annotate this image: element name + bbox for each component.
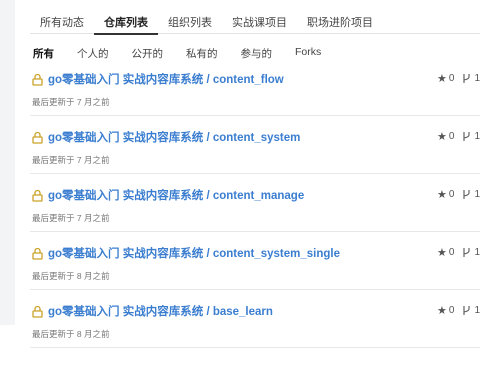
tab-all-activity[interactable]: 所有动态 bbox=[30, 0, 94, 33]
fork-icon bbox=[463, 190, 470, 199]
fork-icon bbox=[463, 306, 470, 315]
repo-title-link[interactable]: go零基础入门 实战内容库系统 / content_flow bbox=[48, 71, 284, 87]
repo-stats: ★ 0 1 bbox=[437, 188, 480, 201]
tab-repo-list[interactable]: 仓库列表 bbox=[94, 0, 158, 35]
lock-icon bbox=[32, 73, 43, 86]
tab-course-projects[interactable]: 实战课项目 bbox=[222, 0, 297, 33]
star-count: 0 bbox=[448, 131, 455, 142]
star-count: 0 bbox=[448, 73, 455, 84]
fork-count: 1 bbox=[474, 189, 480, 200]
repo-item: go零基础入门 实战内容库系统 / content_manage 最后更新于 7… bbox=[30, 174, 480, 232]
repo-stats: ★ 0 1 bbox=[437, 246, 480, 259]
tab-org-list[interactable]: 组织列表 bbox=[158, 0, 222, 33]
main-tab-bar: 所有动态 仓库列表 组织列表 实战课项目 职场进阶项目 bbox=[30, 0, 480, 35]
fork-count: 1 bbox=[474, 131, 480, 142]
fork-count: 1 bbox=[474, 73, 480, 84]
repo-updated-time: 最后更新于 7 月之前 bbox=[32, 213, 110, 223]
repo-title-link[interactable]: go零基础入门 实战内容库系统 / content_system bbox=[48, 129, 300, 145]
fork-icon bbox=[463, 74, 470, 83]
repo-title-link[interactable]: go零基础入门 实战内容库系统 / content_manage bbox=[48, 187, 304, 203]
fork-count: 1 bbox=[474, 305, 480, 316]
repo-item: go零基础入门 实战内容库系统 / base_learn 最后更新于 8 月之前… bbox=[30, 290, 480, 348]
repo-list: go零基础入门 实战内容库系统 / content_flow 最后更新于 7 月… bbox=[30, 58, 480, 348]
repo-updated-time: 最后更新于 7 月之前 bbox=[32, 155, 110, 165]
repo-updated-time: 最后更新于 8 月之前 bbox=[32, 329, 110, 339]
lock-icon bbox=[32, 131, 43, 144]
star-count: 0 bbox=[448, 247, 455, 258]
repo-title-link[interactable]: go零基础入门 实战内容库系统 / base_learn bbox=[48, 303, 273, 319]
repo-title-link[interactable]: go零基础入门 实战内容库系统 / content_system_single bbox=[48, 245, 340, 261]
repo-item: go零基础入门 实战内容库系统 / content_system_single … bbox=[30, 232, 480, 290]
repo-item: go零基础入门 实战内容库系统 / content_system 最后更新于 7… bbox=[30, 116, 480, 174]
star-icon: ★ bbox=[437, 247, 447, 259]
fork-icon bbox=[463, 132, 470, 141]
star-icon: ★ bbox=[437, 305, 447, 317]
lock-icon bbox=[32, 189, 43, 202]
fork-count: 1 bbox=[474, 247, 480, 258]
star-icon: ★ bbox=[437, 73, 447, 85]
repo-stats: ★ 0 1 bbox=[437, 130, 480, 143]
star-count: 0 bbox=[448, 189, 455, 200]
star-icon: ★ bbox=[437, 189, 447, 201]
tab-career-projects[interactable]: 职场进阶项目 bbox=[297, 0, 383, 33]
fork-icon bbox=[463, 248, 470, 257]
repo-stats: ★ 0 1 bbox=[437, 304, 480, 317]
star-icon: ★ bbox=[437, 131, 447, 143]
repo-item: go零基础入门 实战内容库系统 / content_flow 最后更新于 7 月… bbox=[30, 58, 480, 116]
lock-icon bbox=[32, 305, 43, 318]
lock-icon bbox=[32, 247, 43, 260]
repo-updated-time: 最后更新于 7 月之前 bbox=[32, 97, 110, 107]
repo-updated-time: 最后更新于 8 月之前 bbox=[32, 271, 110, 281]
star-count: 0 bbox=[448, 305, 455, 316]
repo-stats: ★ 0 1 bbox=[437, 72, 480, 85]
left-sidebar-panel bbox=[0, 0, 15, 325]
